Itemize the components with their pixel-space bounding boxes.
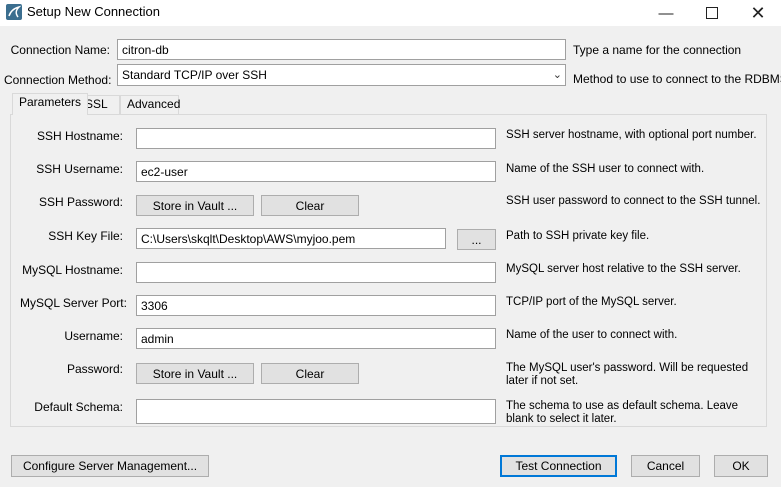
test-connection-button[interactable]: Test Connection [500, 455, 617, 477]
ssh-clear-button[interactable]: Clear [261, 195, 359, 216]
username-label: Username: [64, 329, 123, 343]
mysql-workbench-icon [6, 4, 22, 20]
connection-name-label: Connection Name: [10, 43, 110, 57]
ssh-hostname-hint: SSH server hostname, with optional port … [506, 129, 757, 141]
ssh-keyfile-input[interactable]: C:\Users\skqlt\Desktop\AWS\myjoo.pem [136, 228, 446, 249]
default-schema-hint-line1: The schema to use as default schema. Lea… [506, 400, 739, 412]
connection-method-hint: Method to use to connect to the RDBMS [573, 72, 781, 86]
mysql-port-label: MySQL Server Port: [20, 296, 127, 310]
password-hint-line2: later if not set. [506, 375, 579, 387]
chevron-down-icon: ⌄ [552, 69, 562, 81]
connection-method-value: Standard TCP/IP over SSH [122, 68, 267, 82]
browse-keyfile-button[interactable]: ... [457, 229, 496, 250]
tab-advanced[interactable]: Advanced [120, 95, 180, 114]
default-schema-label: Default Schema: [34, 400, 123, 414]
mysql-hostname-input[interactable] [136, 262, 496, 283]
ssh-hostname-input[interactable] [136, 128, 496, 149]
default-schema-input[interactable] [136, 399, 496, 424]
username-hint: Name of the user to connect with. [506, 329, 678, 341]
password-label: Password: [66, 362, 123, 376]
ok-button[interactable]: OK [714, 455, 768, 477]
mysql-port-input[interactable]: 3306 [136, 295, 496, 316]
store-in-vault-button[interactable]: Store in Vault ... [136, 363, 254, 384]
minimize-icon[interactable]: — [643, 0, 689, 26]
mysql-port-hint: TCP/IP port of the MySQL server. [506, 296, 677, 308]
configure-server-management-button[interactable]: Configure Server Management... [11, 455, 209, 477]
mysql-hostname-label: MySQL Hostname: [22, 263, 123, 277]
connection-method-label: Connection Method: [4, 73, 112, 87]
cancel-button[interactable]: Cancel [631, 455, 700, 477]
clear-button[interactable]: Clear [261, 363, 359, 384]
connection-method-select[interactable]: Standard TCP/IP over SSH ⌄ [117, 64, 566, 86]
ssh-hostname-label: SSH Hostname: [36, 129, 123, 143]
window-title: Setup New Connection [27, 4, 160, 19]
ssh-username-label: SSH Username: [36, 162, 123, 176]
ssh-username-hint: Name of the SSH user to connect with. [506, 163, 705, 175]
connection-name-hint: Type a name for the connection [573, 43, 742, 57]
tab-parameters[interactable]: Parameters [12, 93, 89, 115]
connection-name-input[interactable]: citron-db [117, 39, 566, 60]
ssh-keyfile-label: SSH Key File: [48, 229, 123, 243]
password-hint-line1: The MySQL user's password. Will be reque… [506, 362, 749, 374]
mysql-hostname-hint: MySQL server host relative to the SSH se… [506, 263, 741, 275]
default-schema-hint-line2: blank to select it later. [506, 413, 617, 425]
maximize-icon[interactable] [689, 0, 735, 26]
close-icon[interactable]: ✕ [735, 0, 781, 26]
ssh-store-in-vault-button[interactable]: Store in Vault ... [136, 195, 254, 216]
ssh-password-label: SSH Password: [38, 195, 123, 209]
ssh-password-hint: SSH user password to connect to the SSH … [506, 195, 761, 207]
username-input[interactable]: admin [136, 328, 496, 349]
ssh-keyfile-hint: Path to SSH private key file. [506, 230, 650, 242]
ssh-username-input[interactable]: ec2-user [136, 161, 496, 182]
